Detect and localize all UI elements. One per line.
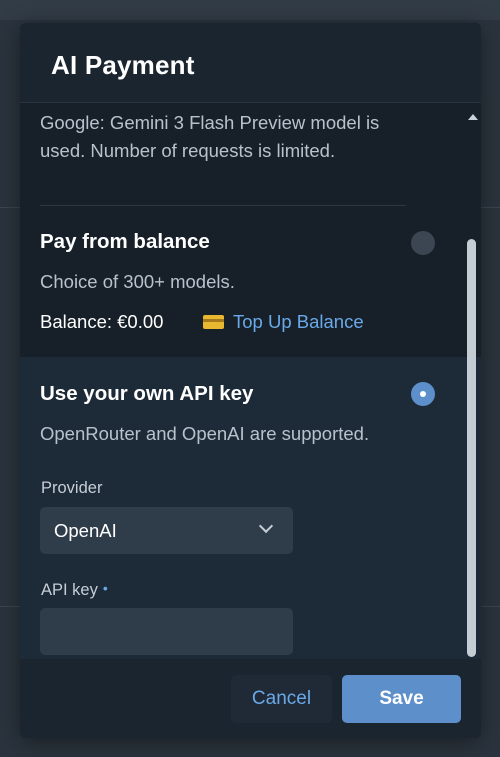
- top-up-balance-link[interactable]: Top Up Balance: [233, 311, 364, 333]
- dialog-scroll-area[interactable]: Google: Gemini 3 Flash Preview model is …: [20, 104, 481, 678]
- pay-from-balance-title[interactable]: Pay from balance: [40, 230, 210, 254]
- api-key-label-text: API key: [41, 581, 98, 599]
- credit-card-icon: [203, 315, 224, 329]
- save-button[interactable]: Save: [342, 675, 461, 723]
- dialog-header: AI Payment: [20, 23, 481, 103]
- api-key-label: API key •: [41, 580, 108, 600]
- api-key-option-panel[interactable]: Use your own API key OpenRouter and Open…: [20, 357, 481, 678]
- balance-amount: Balance: €0.00: [40, 311, 164, 332]
- scroll-up-arrow-icon[interactable]: [468, 114, 478, 120]
- option-divider: [40, 205, 406, 206]
- provider-label: Provider: [41, 479, 103, 497]
- free-option-description: Google: Gemini 3 Flash Preview model is …: [40, 112, 380, 161]
- chevron-down-icon: [258, 518, 274, 534]
- provider-select-value: OpenAI: [54, 520, 117, 541]
- dialog-footer: Cancel Save: [20, 659, 481, 738]
- dialog-title: AI Payment: [51, 50, 195, 80]
- use-own-api-key-radio[interactable]: [411, 382, 435, 406]
- required-indicator: •: [102, 580, 108, 596]
- backdrop-band: [0, 0, 500, 20]
- provider-select[interactable]: OpenAI: [40, 507, 293, 554]
- dialog-scrollbar[interactable]: [461, 104, 481, 678]
- use-own-api-key-title[interactable]: Use your own API key: [40, 382, 253, 406]
- pay-from-balance-subtitle: Choice of 300+ models.: [40, 271, 235, 292]
- scrollbar-thumb[interactable]: [467, 239, 476, 657]
- pay-from-balance-radio[interactable]: [411, 231, 435, 255]
- ai-payment-dialog: AI Payment Google: Gemini 3 Flash Previe…: [20, 23, 481, 738]
- use-own-api-key-subtitle: OpenRouter and OpenAI are supported.: [40, 423, 370, 444]
- cancel-button[interactable]: Cancel: [231, 675, 332, 723]
- radio-selected-dot: [420, 391, 426, 397]
- api-key-input[interactable]: [40, 608, 293, 655]
